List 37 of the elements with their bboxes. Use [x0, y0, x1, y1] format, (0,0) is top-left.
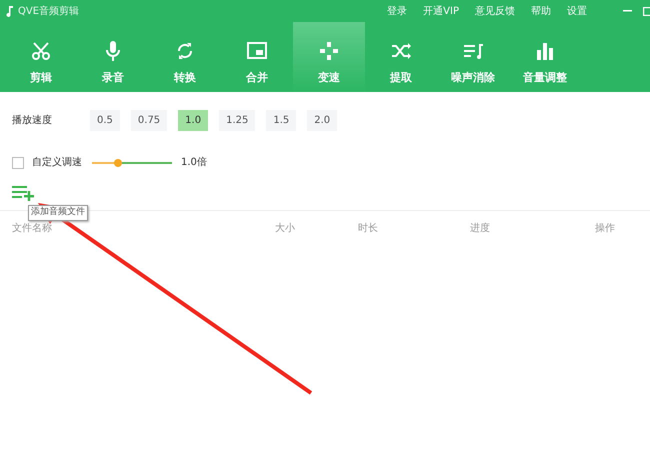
add-list-icon[interactable] [12, 185, 35, 201]
tab[interactable]: 音量调整 [509, 22, 581, 92]
gamepad-icon [318, 40, 340, 62]
tab[interactable]: 合并 [221, 22, 293, 92]
menu-link[interactable]: 帮助 [531, 4, 551, 18]
maximize-icon[interactable] [643, 6, 650, 16]
column-header: 大小 [275, 222, 295, 236]
menu-link[interactable]: 开通VIP [423, 4, 459, 18]
tab[interactable]: 噪声消除 [437, 22, 509, 92]
music-note-icon [6, 6, 14, 16]
speed-option[interactable]: 0.5 [90, 110, 120, 131]
scissors-icon [30, 40, 52, 62]
speed-option[interactable]: 2.0 [307, 110, 338, 131]
column-header: 文件名称 [12, 222, 52, 236]
menu-link[interactable]: 登录 [387, 4, 408, 18]
checkbox[interactable] [12, 156, 24, 168]
window-icon [246, 40, 268, 62]
tooltip: 添加音频文件 [28, 205, 88, 220]
column-header: 操作 [595, 222, 615, 236]
speed-option[interactable]: 1.5 [266, 110, 296, 131]
window-title: QVE音频剪辑 [18, 4, 80, 18]
speed-label: 播放速度 [11, 114, 53, 128]
speed-value: 1.0倍 [181, 156, 207, 170]
speed-option[interactable]: 0.75 [130, 110, 168, 131]
column-header: 时长 [358, 222, 378, 236]
column-header: 进度 [470, 222, 490, 236]
menu-link[interactable]: 意见反馈 [475, 4, 515, 18]
minimize-icon[interactable] [623, 10, 632, 12]
custom-speed-label: 自定义调速 [32, 156, 83, 170]
tab[interactable]: 录音 [77, 22, 149, 92]
tab[interactable]: 剪辑 [5, 22, 77, 92]
speed-option[interactable]: 1.0 [178, 110, 208, 131]
tab[interactable]: 转换 [149, 22, 221, 92]
slider-thumb[interactable] [114, 158, 122, 166]
tab[interactable]: 提取 [365, 22, 437, 92]
menu-link[interactable]: 设置 [567, 4, 587, 18]
speed-option[interactable]: 1.25 [219, 110, 256, 131]
